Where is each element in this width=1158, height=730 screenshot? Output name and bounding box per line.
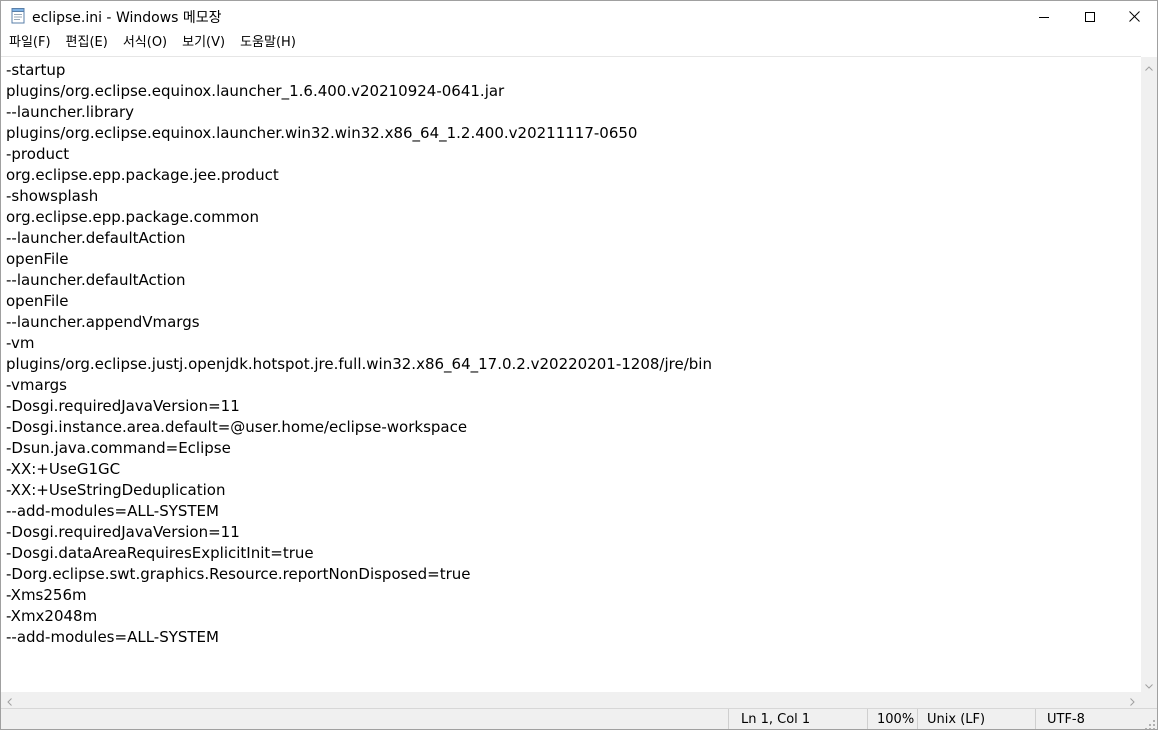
editor-line[interactable]: -Dosgi.dataAreaRequiresExplicitInit=true [6,543,1141,564]
editor-line[interactable]: --add-modules=ALL-SYSTEM [6,501,1141,522]
window-title: eclipse.ini - Windows 메모장 [32,10,222,26]
editor-line[interactable]: -vm [6,333,1141,354]
editor-line[interactable]: -XX:+UseG1GC [6,459,1141,480]
editor-line[interactable]: plugins/org.eclipse.equinox.launcher_1.6… [6,81,1141,102]
editor-line[interactable]: openFile [6,291,1141,312]
editor-line[interactable]: -Dsun.java.command=Eclipse [6,438,1141,459]
minimize-icon [1039,7,1049,26]
editor-line[interactable]: -Dosgi.requiredJavaVersion=11 [6,396,1141,417]
title-bar[interactable]: eclipse.ini - Windows 메모장 [1,1,1157,31]
scrollbar-corner [1141,692,1157,708]
editor-line[interactable]: -Dosgi.requiredJavaVersion=11 [6,522,1141,543]
scroll-down-button[interactable] [1141,675,1157,692]
horizontal-scrollbar[interactable] [1,692,1141,708]
chevron-down-icon [1145,674,1153,693]
status-cursor-position: Ln 1, Col 1 [728,709,867,729]
editor-line[interactable]: -Dorg.eclipse.swt.graphics.Resource.repo… [6,564,1141,585]
editor-line[interactable]: org.eclipse.epp.package.common [6,207,1141,228]
maximize-button[interactable] [1067,1,1113,31]
editor-line[interactable]: -XX:+UseStringDeduplication [6,480,1141,501]
resize-grip-icon[interactable] [1144,716,1156,729]
editor-content[interactable]: -startup plugins/org.eclipse.equinox.laun… [1,57,1141,648]
vertical-scrollbar[interactable] [1141,57,1157,692]
menu-help[interactable]: 도움말(H) [234,32,302,54]
editor-line[interactable]: -Xms256m [6,585,1141,606]
editor-line[interactable]: --launcher.defaultAction [6,270,1141,291]
status-bar: Ln 1, Col 1 100% Unix (LF) UTF-8 [1,708,1157,729]
editor-line[interactable]: openFile [6,249,1141,270]
menu-format[interactable]: 서식(O) [117,32,173,54]
menu-bar: 파일(F) 편집(E) 서식(O) 보기(V) 도움말(H) [1,31,1157,55]
maximize-icon [1085,7,1095,26]
scroll-right-button[interactable] [1124,692,1141,708]
menu-edit[interactable]: 편집(E) [60,32,114,54]
scroll-up-button[interactable] [1141,57,1157,74]
editor-line[interactable]: --launcher.library [6,102,1141,123]
chevron-up-icon [1145,56,1153,75]
editor-line[interactable]: plugins/org.eclipse.justj.openjdk.hotspo… [6,354,1141,375]
text-editor[interactable]: -startup plugins/org.eclipse.equinox.laun… [1,56,1141,693]
editor-line[interactable]: -startup [6,60,1141,81]
close-icon [1128,7,1140,26]
editor-line[interactable]: -product [6,144,1141,165]
scroll-left-button[interactable] [1,692,18,708]
minimize-button[interactable] [1021,1,1067,31]
chevron-right-icon [1130,691,1135,710]
editor-line[interactable]: -Dosgi.instance.area.default=@user.home/… [6,417,1141,438]
menu-view[interactable]: 보기(V) [176,32,231,54]
editor-line[interactable]: -showsplash [6,186,1141,207]
notepad-icon[interactable] [10,7,26,24]
editor-line[interactable]: --launcher.defaultAction [6,228,1141,249]
editor-line[interactable]: -Xmx2048m [6,606,1141,627]
menu-file[interactable]: 파일(F) [3,32,57,54]
editor-line[interactable]: --launcher.appendVmargs [6,312,1141,333]
chevron-left-icon [7,691,12,710]
close-button[interactable] [1111,1,1157,31]
status-encoding: UTF-8 [1035,709,1157,729]
editor-line[interactable]: plugins/org.eclipse.equinox.launcher.win… [6,123,1141,144]
editor-line[interactable]: org.eclipse.epp.package.jee.product [6,165,1141,186]
status-line-ending: Unix (LF) [917,709,1035,729]
status-zoom: 100% [867,709,917,729]
editor-line[interactable]: --add-modules=ALL-SYSTEM [6,627,1141,648]
notepad-window: eclipse.ini - Windows 메모장 파일(F) 편집(E) 서식… [0,0,1158,730]
editor-line[interactable]: -vmargs [6,375,1141,396]
